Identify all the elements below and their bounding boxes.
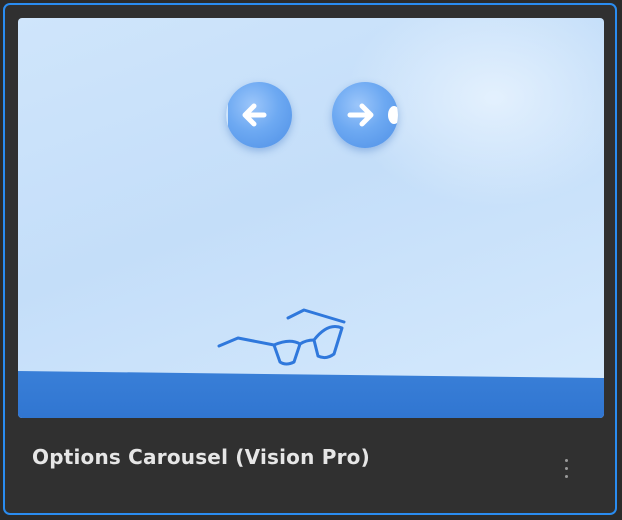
eyeglasses-icon <box>217 308 346 366</box>
arrow-left-icon <box>226 82 267 148</box>
more-options-button[interactable] <box>555 453 579 483</box>
carousel-prev-button <box>226 82 292 148</box>
asset-thumbnail[interactable] <box>18 18 604 418</box>
carousel-next-button <box>332 82 398 148</box>
arrow-right-icon <box>347 103 398 127</box>
asset-title: Options Carousel (Vision Pro) <box>32 445 370 469</box>
floor-plane <box>18 371 604 418</box>
asset-card[interactable]: Options Carousel (Vision Pro) <box>3 3 617 515</box>
